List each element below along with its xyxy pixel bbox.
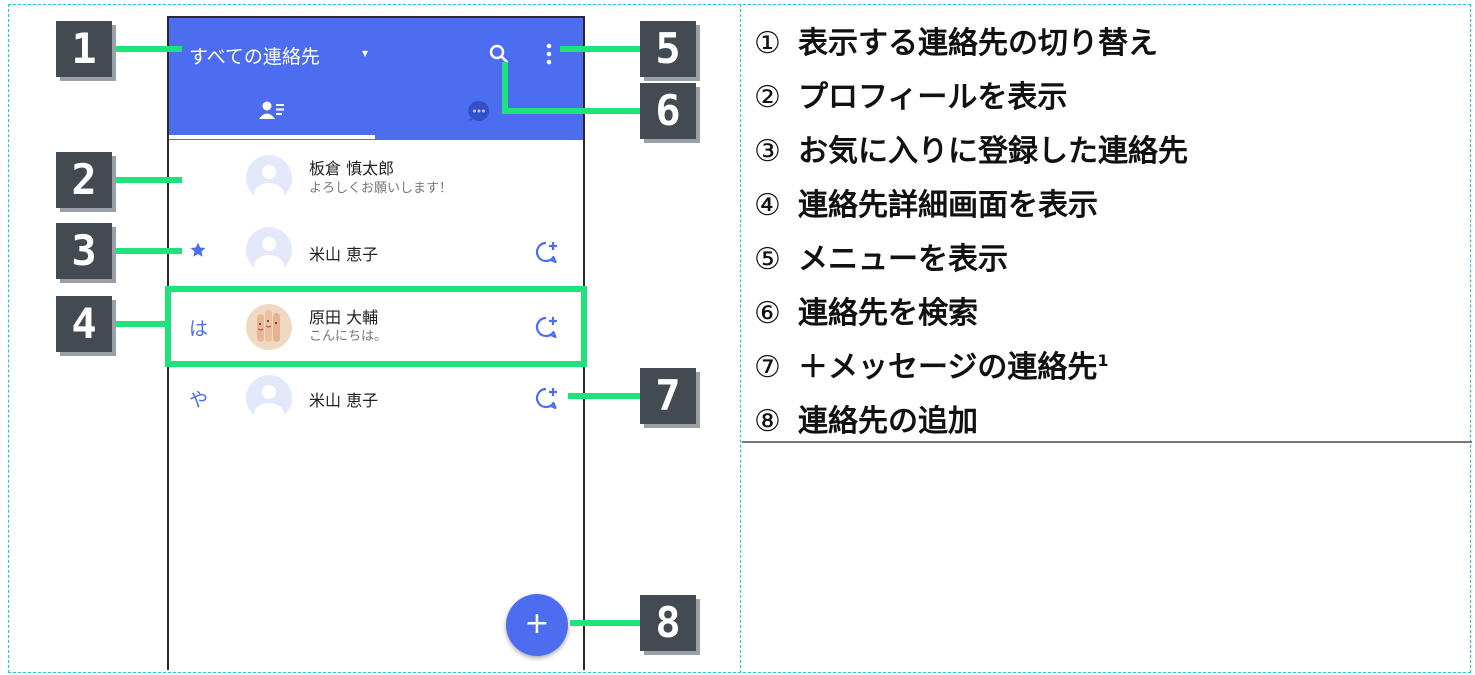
contact-avatar — [246, 375, 292, 421]
callout-line-6 — [502, 108, 640, 114]
legend-item-3: ③ お気に入りに登録した連絡先 — [754, 134, 1188, 169]
highlight-box — [165, 286, 587, 367]
plus-message-icon[interactable] — [533, 385, 559, 411]
callout-badge-7: 7 — [640, 368, 700, 428]
legend-item-5: ⑤ メニューを表示 — [754, 242, 1008, 277]
add-icon: + — [524, 606, 550, 641]
more-vert-icon[interactable] — [544, 42, 554, 66]
callout-badge-6: 6 — [640, 83, 700, 143]
legend-item-8: ⑧ 連絡先の追加 — [754, 404, 978, 439]
index-letter-ya: や — [189, 389, 209, 411]
legend-item-2: ② プロフィールを表示 — [754, 80, 1068, 115]
tab-contacts[interactable] — [169, 82, 375, 140]
callout-badge-1: 1 — [56, 21, 116, 81]
contacts-tab-icon — [259, 101, 284, 119]
plus-message-icon[interactable] — [533, 239, 559, 265]
star-icon — [190, 242, 206, 257]
active-tab-indicator — [169, 135, 375, 139]
callout-badge-4: 4 — [56, 296, 116, 356]
legend-item-7: ⑦ ＋メッセージの連絡先1 — [754, 350, 1109, 385]
callout-line-7 — [568, 393, 640, 399]
callout-line-5 — [560, 46, 640, 52]
profile-avatar — [246, 155, 292, 201]
chat-tab-icon — [468, 100, 489, 121]
callout-badge-8: 8 — [640, 595, 700, 655]
contact-avatar — [246, 227, 292, 273]
callout-line-4 — [112, 321, 167, 327]
legend-divider — [742, 441, 1472, 443]
dropdown-caret-icon[interactable]: ▾ — [362, 46, 368, 60]
callout-line-3 — [112, 248, 182, 254]
contact-name: 米山 恵子 — [309, 391, 379, 410]
contact-row-ya[interactable]: や 米山 恵子 — [169, 365, 583, 435]
profile-name: 板倉 慎太郎 — [309, 159, 395, 178]
contact-name: 米山 恵子 — [309, 245, 379, 264]
profile-status: よろしくお願いします！ — [309, 181, 453, 196]
callout-line-2 — [112, 177, 182, 183]
app-bar: すべての連絡先 ▾ — [169, 18, 583, 140]
footnote-marker: 1 — [1097, 351, 1109, 370]
profile-row[interactable]: 板倉 慎太郎 よろしくお願いします！ — [169, 151, 583, 221]
legend-item-1: ① 表示する連絡先の切り替え — [754, 26, 1158, 61]
callout-badge-5: 5 — [640, 21, 700, 81]
callout-badge-2: 2 — [56, 152, 116, 212]
callout-line-1 — [112, 46, 182, 52]
legend-item-4: ④ 連絡先詳細画面を表示 — [754, 188, 1098, 223]
panel-divider — [740, 4, 741, 673]
callout-line-6-vertical — [502, 62, 508, 114]
callout-badge-3: 3 — [56, 223, 116, 283]
legend-item-6: ⑥ 連絡先を検索 — [754, 296, 978, 331]
add-contact-fab[interactable]: + — [506, 594, 568, 656]
contacts-filter-title[interactable]: すべての連絡先 — [189, 42, 320, 69]
callout-line-8 — [570, 620, 640, 626]
contact-row-favorite[interactable]: 米山 恵子 — [169, 223, 583, 293]
